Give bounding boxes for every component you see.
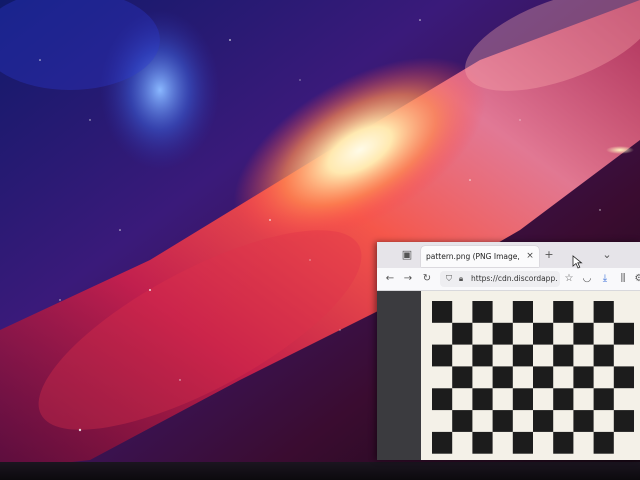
checker-square: [432, 388, 453, 411]
checker-square: [472, 344, 493, 367]
pocket-icon[interactable]: ◡: [580, 271, 594, 287]
checker-square: [593, 301, 614, 323]
checker-square: [452, 322, 473, 345]
checker-square: [432, 344, 453, 367]
download-icon[interactable]: ⤓: [598, 271, 612, 287]
checker-square: [492, 366, 513, 389]
checkerboard-image[interactable]: [377, 291, 640, 460]
navigation-toolbar: ← → ↻ ⛉ 🔒︎ https://cdn.discordapp.com ☆ …: [377, 268, 640, 291]
mouse-cursor-icon: [572, 255, 583, 269]
checker-square: [533, 322, 554, 345]
checker-square: [593, 431, 614, 454]
bookmark-star-icon[interactable]: ☆: [562, 271, 576, 287]
page-content: [377, 291, 640, 460]
checker-square: [492, 410, 513, 432]
extensions-icon[interactable]: ⚙: [632, 271, 640, 287]
checker-square: [533, 410, 554, 432]
checker-square: [613, 366, 634, 389]
checker-square: [573, 366, 594, 389]
lock-icon[interactable]: 🔒︎: [454, 271, 468, 287]
checker-square: [492, 322, 513, 345]
url-text: https://cdn.discordapp.com: [471, 274, 558, 283]
checker-square: [613, 410, 634, 432]
checker-square: [432, 431, 453, 454]
checker-square: [553, 388, 574, 411]
new-tab-icon[interactable]: +: [541, 247, 557, 263]
monitor-bezel: [0, 462, 640, 480]
checker-square: [533, 366, 554, 389]
checker-square: [432, 301, 453, 323]
checker-square: [573, 322, 594, 345]
checker-square: [452, 366, 473, 389]
photo-of-monitor: ▣ pattern.png (PNG Image, 1754 × 1240 pi…: [0, 0, 640, 480]
checker-square: [472, 301, 493, 323]
checker-square: [593, 388, 614, 411]
checker-square: [512, 344, 533, 367]
close-icon[interactable]: ×: [525, 250, 535, 263]
checker-square: [593, 344, 614, 367]
browser-window[interactable]: ▣ pattern.png (PNG Image, 1754 × 1240 pi…: [377, 242, 640, 460]
tab-overview-icon[interactable]: ▣: [399, 247, 415, 263]
forward-icon[interactable]: →: [401, 271, 415, 287]
address-bar[interactable]: ⛉ 🔒︎ https://cdn.discordapp.com: [440, 271, 560, 287]
reload-icon[interactable]: ↻: [420, 271, 434, 287]
checker-square: [472, 388, 493, 411]
library-icon[interactable]: ⫼: [616, 271, 630, 287]
checker-square: [613, 322, 634, 345]
checker-square: [573, 410, 594, 432]
checker-square: [512, 301, 533, 323]
checker-square: [452, 410, 473, 432]
tab-pattern-png[interactable]: pattern.png (PNG Image, 1754 × 1240 pixe…: [421, 246, 539, 267]
checker-square: [512, 431, 533, 454]
checker-square: [472, 431, 493, 454]
tab-title: pattern.png (PNG Image, 1754 × 1240 pixe…: [426, 252, 522, 261]
back-icon[interactable]: ←: [383, 271, 397, 287]
checker-square: [553, 344, 574, 367]
checker-square: [553, 301, 574, 323]
tab-bar: ▣ pattern.png (PNG Image, 1754 × 1240 pi…: [377, 242, 640, 268]
checker-square: [553, 431, 574, 454]
checker-square: [512, 388, 533, 411]
chevron-down-icon[interactable]: ⌄: [599, 247, 615, 263]
